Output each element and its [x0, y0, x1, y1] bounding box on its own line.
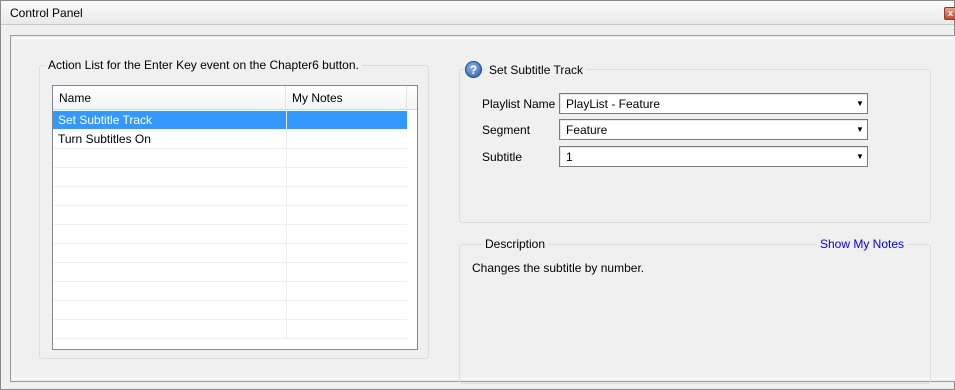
list-scroll-area — [407, 110, 417, 349]
empty-row[interactable] — [53, 206, 407, 225]
segment-value: Feature — [566, 123, 608, 137]
empty-notes-cell — [286, 168, 407, 186]
properties-title: Set Subtitle Track — [486, 63, 587, 77]
segment-label: Segment — [482, 123, 531, 137]
chevron-down-icon[interactable]: ▼ — [853, 147, 867, 166]
playlist-name-label: Playlist Name — [482, 97, 556, 111]
description-text: Changes the subtitle by number. — [472, 261, 645, 275]
playlist-name-dropdown[interactable]: PlayList - Feature ▼ — [559, 93, 868, 114]
empty-row[interactable] — [53, 301, 407, 320]
empty-row[interactable] — [53, 168, 407, 187]
chevron-down-icon[interactable]: ▼ — [853, 120, 867, 139]
column-header-name[interactable]: Name — [53, 86, 286, 110]
action-name-cell: Set Subtitle Track — [53, 111, 286, 129]
empty-notes-cell — [286, 149, 407, 167]
subtitle-label: Subtitle — [482, 150, 523, 164]
action-name-cell: Turn Subtitles On — [58, 132, 151, 146]
chevron-down-icon[interactable]: ▼ — [853, 94, 867, 113]
empty-notes-cell — [286, 320, 407, 338]
empty-notes-cell — [286, 263, 407, 281]
empty-row[interactable] — [53, 149, 407, 168]
empty-notes-cell — [286, 244, 407, 262]
column-header-my-notes[interactable]: My Notes — [286, 86, 407, 110]
empty-row[interactable] — [53, 320, 407, 339]
list-header: Name My Notes — [53, 86, 417, 110]
empty-row[interactable] — [53, 263, 407, 282]
empty-row[interactable] — [53, 282, 407, 301]
playlist-name-value: PlayList - Feature — [566, 97, 661, 111]
empty-notes-cell — [286, 282, 407, 300]
segment-dropdown[interactable]: Feature ▼ — [559, 119, 868, 140]
show-my-notes-link[interactable]: Show My Notes — [817, 237, 908, 251]
control-panel-window: Control Panel x Action List for the Ente… — [0, 0, 955, 390]
table-row[interactable]: Turn Subtitles On — [53, 130, 407, 149]
action-list-view[interactable]: Name My Notes Set Subtitle Track Turn Sub… — [52, 85, 418, 350]
subtitle-value: 1 — [566, 150, 573, 164]
help-icon[interactable]: ? — [465, 61, 482, 78]
empty-notes-cell — [286, 206, 407, 224]
table-row[interactable]: Set Subtitle Track — [53, 111, 407, 130]
subtitle-dropdown[interactable]: 1 ▼ — [559, 146, 868, 167]
title-bar[interactable]: Control Panel x — [1, 1, 955, 25]
window-title: Control Panel — [10, 6, 83, 20]
empty-row[interactable] — [53, 225, 407, 244]
empty-notes-cell — [286, 301, 407, 319]
action-notes-cell — [286, 130, 407, 148]
action-notes-cell — [286, 111, 407, 129]
close-icon[interactable]: x — [944, 7, 955, 20]
empty-row[interactable] — [53, 244, 407, 263]
description-legend: Description — [482, 237, 549, 251]
action-list-legend: Action List for the Enter Key event on t… — [45, 58, 362, 72]
empty-row[interactable] — [53, 187, 407, 206]
empty-notes-cell — [286, 187, 407, 205]
empty-notes-cell — [286, 225, 407, 243]
